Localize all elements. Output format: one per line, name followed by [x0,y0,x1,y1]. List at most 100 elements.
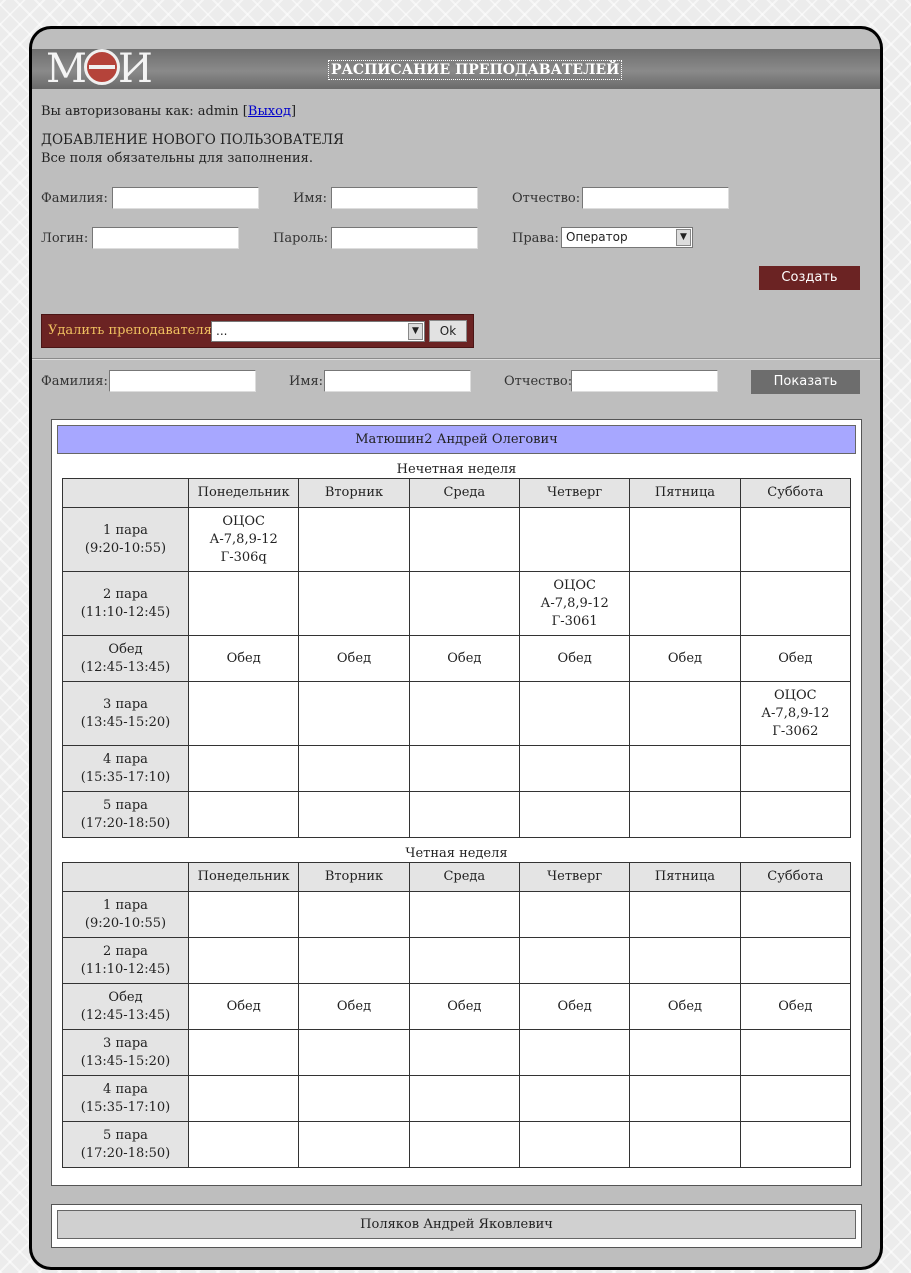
schedule-cell [187,791,300,838]
search-name-label: Имя: [289,374,324,389]
schedule-cell: Обед [518,983,631,1030]
corner-cell [62,862,189,892]
schedule-cell [739,1029,852,1076]
slot-cell: 4 пара (15:35-17:10) [62,1075,189,1122]
day-header: Понедельник [187,478,300,508]
slot-time: (11:10-12:45) [80,961,171,977]
slot-label: 4 пара [103,751,148,767]
slot-cell: 5 пара (17:20-18:50) [62,791,189,838]
name-label: Имя: [293,191,328,206]
schedule-cell [408,745,520,792]
schedule-cell [739,507,852,572]
schedule-cell: Обед [739,635,852,682]
class-info: ОЦОС [222,513,265,529]
table-row: 4 пара (15:35-17:10) [62,1075,852,1122]
class-info: Г-3062 [772,723,819,739]
chevron-down-icon[interactable]: ▼ [676,229,691,246]
logo-ring-icon [83,49,120,85]
teacher-name-bar[interactable]: Поляков Андрей Яковлевич [57,1210,856,1239]
search-patronymic-label: Отчество: [504,374,573,389]
day-header: Вторник [298,478,410,508]
schedule-cell [408,891,520,938]
corner-cell [62,478,189,508]
rights-select[interactable]: Оператор ▼ [561,227,693,248]
day-header: Среда [408,478,520,508]
delete-teacher-select[interactable]: ... ▼ [211,321,425,342]
table-header-row: Понедельник Вторник Среда Четверг Пятниц… [62,862,852,892]
rights-selected-value: Оператор [566,230,628,244]
class-info: А-7,8,9-12 [761,705,830,721]
schedule-cell [739,1075,852,1122]
schedule-cell [629,571,741,636]
slot-label: 4 пара [103,1081,148,1097]
lunch-label: Обед [778,998,813,1014]
auth-prefix: Вы авторизованы как: admin [ [41,104,248,119]
day-header: Вторник [298,862,410,892]
search-patronymic-input[interactable] [571,370,718,392]
schedule-cell [518,681,631,746]
search-name-input[interactable] [324,370,471,392]
password-input[interactable] [331,227,478,249]
slot-time: (11:10-12:45) [80,604,171,620]
show-button[interactable]: Показать [751,370,860,394]
schedule-cell: Обед [408,983,520,1030]
slot-time: (12:45-13:45) [80,659,171,675]
slot-time: (9:20-10:55) [84,915,167,931]
slot-time: (9:20-10:55) [84,540,167,556]
schedule-cell: Обед [629,983,741,1030]
divider [32,358,880,360]
schedule-cell [408,1121,520,1168]
create-button[interactable]: Создать [759,266,860,290]
day-header: Пятница [629,862,741,892]
schedule-cell [187,1075,300,1122]
day-header: Суббота [739,862,852,892]
table-row: 1 пара (9:20-10:55) [62,891,852,938]
slot-cell: 2 пара (11:10-12:45) [62,571,189,636]
week-label-even: Четная неделя [405,846,508,861]
schedule-cell [739,1121,852,1168]
surname-input[interactable] [112,187,259,209]
schedule-cell: Обед [739,983,852,1030]
lunch-label: Обед [447,998,482,1014]
search-surname-input[interactable] [109,370,256,392]
schedule-cell [518,891,631,938]
lunch-label: Обед [557,998,592,1014]
lunch-label: Обед [667,998,703,1014]
slot-cell: 1 пара (9:20-10:55) [62,507,189,572]
slot-cell: 5 пара (17:20-18:50) [62,1121,189,1168]
slot-cell: 3 пара (13:45-15:20) [62,1029,189,1076]
chevron-down-icon[interactable]: ▼ [408,323,423,340]
schedule-cell: Обед [518,635,631,682]
lunch-label: Обед [778,650,813,666]
day-header: Четверг [518,862,631,892]
schedule-cell [298,1029,410,1076]
search-surname-label: Фамилия: [41,374,108,389]
table-row: 5 пара (17:20-18:50) [62,791,852,838]
slot-time: (15:35-17:10) [80,769,171,785]
patronymic-label: Отчество: [512,191,581,206]
schedule-cell [629,681,741,746]
schedule-cell [298,507,410,572]
schedule-cell [187,1029,300,1076]
schedule-cell [298,681,410,746]
schedule-cell [518,937,631,984]
schedule-cell [518,1121,631,1168]
slot-label: Обед [108,641,143,657]
slot-label: 3 пара [103,696,148,712]
auth-status: Вы авторизованы как: admin [Выход] [41,104,296,119]
schedule-cell [298,937,410,984]
schedule-cell [187,1121,300,1168]
slot-label: 2 пара [103,943,148,959]
schedule-cell [739,791,852,838]
page-frame: МИ РАСПИСАНИЕ ПРЕПОДАВАТЕЛЕЙ Вы авторизо… [29,26,883,1270]
schedule-table-even: Понедельник Вторник Среда Четверг Пятниц… [62,862,852,1168]
ok-button[interactable]: Ok [429,320,467,342]
name-input[interactable] [331,187,478,209]
day-header: Среда [408,862,520,892]
mei-logo: МИ [46,46,153,92]
patronymic-input[interactable] [582,187,729,209]
schedule-cell [187,745,300,792]
login-input[interactable] [92,227,239,249]
teacher-schedule-card: Матюшин2 Андрей Олегович Нечетная неделя… [51,419,862,1186]
logout-link[interactable]: Выход [248,104,291,119]
